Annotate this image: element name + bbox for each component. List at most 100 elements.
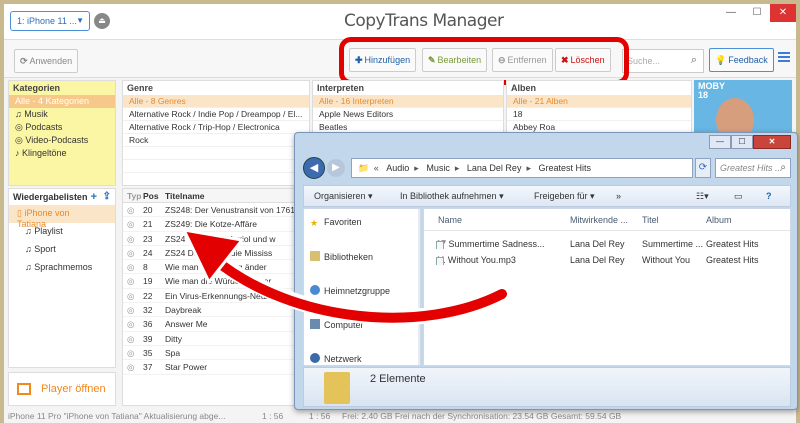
playlist-item[interactable]: ▯ iPhone von Tatiana — [9, 205, 115, 229]
maximize-button[interactable]: ☐ — [744, 4, 770, 22]
nav-label: Bibliotheken — [324, 252, 374, 262]
apply-button[interactable]: ⟳ Anwenden — [14, 49, 79, 73]
eject-icon[interactable]: ⏏ — [94, 13, 110, 29]
minimize-button[interactable]: — — [718, 4, 744, 22]
nav-item-network[interactable]: Netzwerk — [310, 353, 362, 364]
back-arrow-icon[interactable]: ◀ — [303, 157, 325, 179]
genre-item[interactable]: Alternative Rock / Trip-Hop / Electronic… — [123, 121, 309, 134]
open-player-label: Player öffnen — [41, 383, 106, 395]
add-playlist-icon[interactable]: + — [91, 191, 97, 203]
forward-arrow-icon[interactable]: ▶ — [327, 159, 345, 177]
device-selector[interactable]: 1: iPhone 11 ... ▼ — [10, 11, 90, 31]
explorer-maximize-button[interactable]: ☐ — [731, 135, 753, 149]
chevron-down-icon: ▼ — [76, 16, 84, 25]
organize-menu[interactable]: Organisieren ▾ — [314, 191, 373, 202]
file-title: Summertime ... — [642, 239, 704, 249]
table-row[interactable]: ◎ 37 Star Power — [123, 360, 301, 375]
file-row[interactable]: 11 Without You.mp3 Lana Del Rey Without … — [424, 253, 790, 269]
playlist-label: Playlist — [34, 226, 63, 236]
view-options-icon[interactable]: ☷▾ — [696, 191, 709, 202]
column-header-artist[interactable]: Mitwirkende ... — [570, 215, 628, 225]
track-title: Ein Virus-Erkennungs-Netzwerk, ... — [165, 290, 295, 301]
column-header-pos[interactable]: Pos — [143, 191, 165, 201]
category-item[interactable]: ♪ Klingeltöne — [9, 147, 115, 160]
category-item[interactable]: Alle - 4 Kategorien — [9, 95, 115, 108]
search-input[interactable]: Suche... ⌕ — [622, 49, 704, 73]
explorer-close-button[interactable]: ✕ — [753, 135, 791, 149]
breadcrumb-item[interactable]: Music — [426, 163, 450, 173]
column-header-title[interactable]: Titelname — [165, 191, 295, 201]
category-item[interactable]: ◎ Video-Podcasts — [9, 134, 115, 147]
genre-item[interactable] — [123, 173, 309, 185]
playlist-item[interactable]: ♫ Sprachmemos — [9, 259, 115, 277]
add-to-library-menu[interactable]: In Bibliothek aufnehmen ▾ — [400, 191, 504, 202]
file-name-label: 07 Summertime Sadness... — [436, 239, 545, 249]
help-icon[interactable]: ? — [766, 191, 772, 201]
track-title: Daybreak — [165, 305, 202, 316]
open-player-button[interactable]: Player öffnen — [8, 372, 116, 406]
table-row[interactable]: ◎ 22 Ein Virus-Erkennungs-Netzwerk, ... — [123, 289, 301, 304]
table-row[interactable]: ◎ 24 ZS24 Dahlia und die Mississ — [123, 246, 301, 261]
nav-item-libraries[interactable]: Bibliotheken — [310, 251, 373, 262]
preview-pane-icon[interactable]: ▭ — [734, 191, 743, 202]
genre-item[interactable]: Alle - 8 Genres — [123, 95, 309, 108]
track-position: 8 — [143, 262, 148, 273]
artist-item[interactable]: Apple News Editors — [313, 108, 503, 121]
library-icon — [310, 251, 320, 261]
table-row[interactable]: ◎ 39 Ditty — [123, 332, 301, 346]
category-item[interactable]: ◎ Podcasts — [9, 121, 115, 134]
breadcrumb-item[interactable]: Greatest Hits — [539, 163, 592, 173]
table-row[interactable]: ◎ 8 Wie man ... Umgang änder — [123, 260, 301, 275]
refresh-icon[interactable]: ⟳ — [695, 158, 711, 178]
playlist-icon: ♫ — [25, 226, 35, 236]
explorer-search-placeholder: Greatest Hits ... — [720, 163, 783, 173]
table-row[interactable]: ◎ 35 Spa — [123, 346, 301, 361]
computer-icon — [310, 319, 320, 329]
column-header-album[interactable]: Album — [706, 215, 732, 225]
explorer-details-pane: 2 Elemente — [303, 367, 791, 407]
status-text: iPhone 11 Pro "iPhone von Tatiana" Aktua… — [8, 411, 226, 421]
genre-item[interactable] — [123, 160, 309, 173]
podcast-icon: ◎ — [15, 122, 26, 132]
explorer-minimize-button[interactable]: — — [709, 135, 731, 149]
file-title: Without You — [642, 255, 691, 265]
app-window: 1: iPhone 11 ... ▼ ⏏ CopyTrans Manager —… — [0, 0, 800, 423]
close-button[interactable]: ✕ — [770, 4, 796, 22]
category-label: Klingeltöne — [22, 148, 67, 158]
category-item[interactable]: ♫ Musik — [9, 108, 115, 121]
table-row[interactable]: ◎ 21 ZS249: Die Kotze-Affäre — [123, 217, 301, 232]
column-header-name[interactable]: Name — [438, 215, 462, 225]
table-row[interactable]: ◎ 32 Daybreak — [123, 303, 301, 318]
album-item[interactable]: Alle - 21 Alben — [507, 95, 691, 108]
explorer-search-input[interactable]: Greatest Hits ... ⌕ — [715, 158, 791, 178]
genre-item[interactable] — [123, 147, 309, 160]
playlist-item[interactable]: ♫ Playlist — [9, 223, 115, 241]
nav-item-homegroup[interactable]: Heimnetzgruppe — [310, 285, 390, 296]
nav-pane-scrollbar[interactable] — [418, 209, 420, 365]
feedback-button[interactable]: 💡 Feedback — [709, 48, 774, 72]
table-row[interactable]: ◎ 23 ZS24 Mühle von Auriol und w — [123, 232, 301, 246]
genre-item[interactable]: Alternative Rock / Indie Pop / Dreampop … — [123, 108, 309, 121]
file-row[interactable]: 07 Summertime Sadness... Lana Del Rey Su… — [424, 237, 790, 253]
breadcrumb-item[interactable]: Audio — [386, 163, 409, 173]
artist-item[interactable]: Alle - 16 Interpreten — [313, 95, 503, 108]
track-title: Wie man die Würde ... uerer — [165, 276, 272, 287]
nav-item-computer[interactable]: Computer — [310, 319, 364, 330]
album-item[interactable]: 18 — [507, 108, 691, 121]
table-row[interactable]: ◎ 20 ZS248: Der Venustransit von 1761 — [123, 203, 301, 218]
playlist-item[interactable]: ♫ Sport — [9, 241, 115, 259]
nav-item-favorites[interactable]: ★ Favoriten — [310, 217, 362, 228]
table-row[interactable]: ◎ 19 Wie man die Würde ... uerer — [123, 274, 301, 289]
column-header-title[interactable]: Titel — [642, 215, 659, 225]
player-icon — [17, 383, 31, 395]
share-with-menu[interactable]: Freigeben für ▾ — [534, 191, 595, 202]
menu-icon[interactable] — [778, 52, 790, 62]
more-commands[interactable]: » — [616, 191, 621, 201]
table-row[interactable]: ◎ 36 Answer Me — [123, 317, 301, 332]
column-header-type[interactable]: Typ — [127, 191, 143, 201]
genre-item[interactable]: Rock — [123, 134, 309, 147]
share-icon[interactable]: ⇪ — [103, 191, 111, 202]
breadcrumb-item[interactable]: Lana Del Rey — [467, 163, 522, 173]
address-bar[interactable]: 📁 « Audio ▸ Music ▸ Lana Del Rey ▸ Greatest… — [351, 158, 693, 178]
tracks-table: Typ Pos Titelname ◎ 20 ZS248: Der Venustrans… — [122, 188, 302, 406]
